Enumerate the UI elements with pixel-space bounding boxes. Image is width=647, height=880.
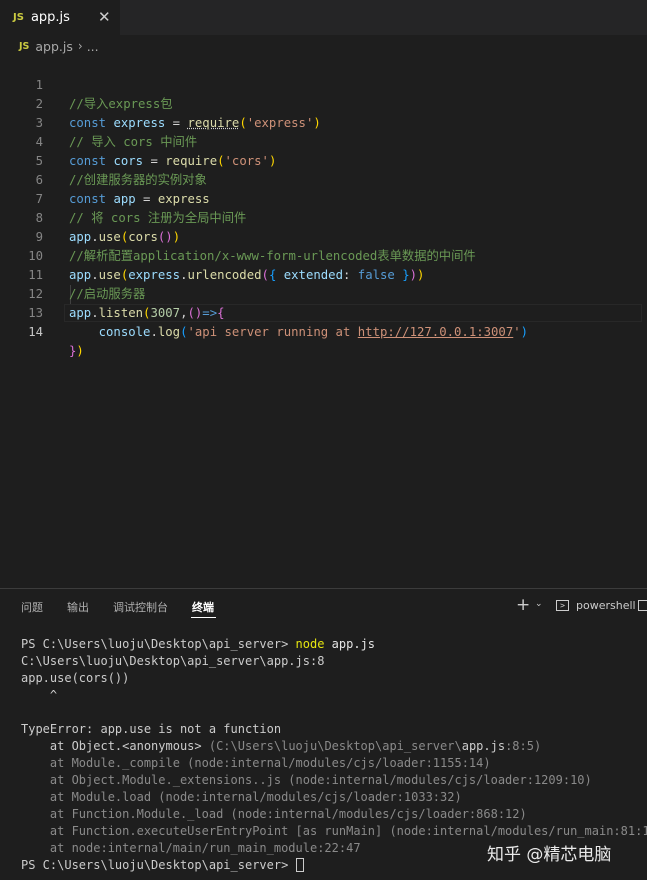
terminal-prompt: PS C:\Users\luoju\Desktop\api_server>: [21, 858, 296, 872]
code-line: 14 }): [0, 304, 647, 358]
terminal-line: at Object.<anonymous> (C:\Users\luoju\De…: [21, 738, 641, 755]
code-line: 3 // 导入 cors 中间件: [0, 95, 647, 149]
terminal-cursor: [295, 858, 304, 872]
terminal-shell-label[interactable]: powershell: [576, 599, 636, 612]
terminal-line: at Object.Module._extensions..js (node:i…: [21, 773, 592, 787]
code-line: 7 // 将 cors 注册为全局中间件: [0, 171, 647, 225]
code-line: 4 const cors = require('cors'): [0, 114, 647, 168]
url-link[interactable]: http://127.0.0.1:3007: [358, 325, 513, 339]
line-number: 14: [28, 325, 43, 339]
terminal-line: at Module.load (node:internal/modules/cj…: [21, 790, 462, 804]
bracket: ): [520, 325, 529, 339]
split-terminal-icon[interactable]: [638, 600, 647, 611]
chevron-down-icon[interactable]: ⌄: [535, 599, 543, 609]
tab-app-js[interactable]: JS app.js ✕: [0, 0, 120, 35]
terminal-line: TypeError: app.use is not a function: [21, 722, 282, 736]
operator: .: [150, 325, 158, 339]
code-line: 13 console.log('api server running at ht…: [0, 285, 647, 339]
terminal-line: at Function.Module._load (node:internal/…: [21, 807, 527, 821]
function-name: log: [157, 325, 181, 339]
terminal-line: PS C:\Users\luoju\Desktop\api_server> no…: [21, 636, 641, 653]
tab-output[interactable]: 输出: [67, 599, 89, 615]
stack-position: :8:5): [505, 739, 542, 753]
panel-tab-bar: 问题 输出 调试控制台 终端 + ⌄ > powershell: [0, 589, 647, 623]
string: 'api server running at: [187, 325, 358, 339]
identifier: console: [98, 325, 151, 339]
close-icon[interactable]: ✕: [98, 8, 111, 26]
tab-debug-console[interactable]: 调试控制台: [113, 599, 168, 615]
terminal-line: at Module._compile (node:internal/module…: [21, 756, 491, 770]
tab-terminal[interactable]: 终端: [192, 599, 214, 615]
stack-frame: at Object.<anonymous>: [21, 739, 209, 753]
editor-tab-bar: JS app.js ✕: [0, 0, 647, 35]
watermark: 知乎 @精芯电脑: [487, 845, 612, 865]
breadcrumb: JS app.js › ...: [0, 35, 647, 57]
terminal-line: app.use(cors()): [21, 671, 130, 685]
new-terminal-plus-icon[interactable]: +: [516, 595, 530, 615]
code-line: 10 app.use(express.urlencoded({ extended…: [0, 228, 647, 282]
code-line: 5 //创建服务器的实例对象: [0, 133, 647, 187]
string: ': [513, 325, 521, 339]
active-tab-indicator: [191, 617, 216, 618]
terminal-line: ^: [21, 688, 58, 702]
javascript-file-icon: JS: [19, 40, 30, 52]
terminal-command: node: [295, 637, 325, 651]
code-line: 2 const express = require('express'): [0, 76, 647, 130]
breadcrumb-symbols[interactable]: ...: [87, 39, 99, 54]
breadcrumb-file[interactable]: app.js: [35, 39, 73, 54]
code-line: 11 //启动服务器: [0, 247, 647, 301]
code-line: 1 //导入express包: [0, 57, 647, 111]
code-line: 8 app.use(cors()): [0, 190, 647, 244]
terminal-line: C:\Users\luoju\Desktop\api_server\app.js…: [21, 654, 325, 668]
tab-title: app.js: [30, 10, 70, 25]
javascript-file-icon: JS: [13, 12, 24, 23]
terminal-prompt: PS C:\Users\luoju\Desktop\api_server>: [21, 637, 296, 651]
code-line: 9 //解析配置application/x-www-form-urlencode…: [0, 209, 647, 263]
code-editor[interactable]: 1 //导入express包 2 const express = require…: [0, 57, 647, 587]
chevron-right-icon: ›: [77, 39, 83, 53]
terminal-line: at Function.executeUserEntryPoint [as ru…: [21, 824, 647, 838]
terminal-prompt-icon: >: [556, 600, 569, 611]
bracket: ): [76, 344, 84, 358]
tab-problems[interactable]: 问题: [21, 599, 43, 615]
stack-location: (C:\Users\luoju\Desktop\api_server\: [208, 739, 462, 753]
code-line: 12 app.listen(3007,()=>{: [0, 266, 647, 320]
code-line: 6 const app = express: [0, 152, 647, 206]
stack-file: app.js: [461, 739, 506, 753]
terminal-argument: app.js: [324, 637, 376, 651]
